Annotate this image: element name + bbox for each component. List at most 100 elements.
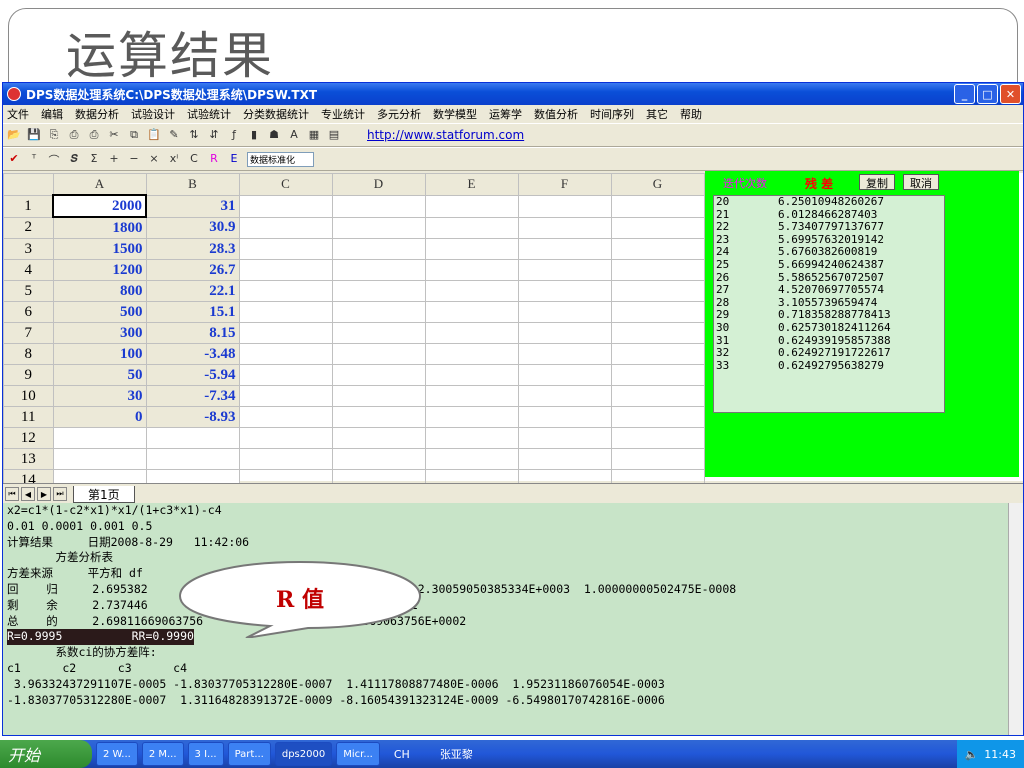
cell-empty[interactable] [424,364,519,386]
column-header[interactable]: F [517,173,612,196]
cell-empty[interactable] [517,364,612,386]
clear-icon[interactable]: ✎ [167,128,181,142]
minimize-button[interactable]: _ [954,84,975,104]
check-icon[interactable]: ✔ [7,152,21,166]
iteration-list[interactable]: 20 6.25010948260267 21 6.0128466287403 22 5.7… [713,195,945,413]
cell-empty[interactable] [331,448,426,470]
cell-empty[interactable] [610,364,705,386]
cell-empty[interactable] [238,427,333,449]
cell-empty[interactable] [424,301,519,323]
cell-a[interactable]: 1800 [52,216,147,239]
cell-empty[interactable] [331,216,426,239]
delete-row-icon[interactable]: ⇵ [207,128,221,142]
print-preview-icon[interactable]: ⎙ [87,128,101,142]
menu-time-series[interactable]: 时间序列 [590,106,634,122]
cell-empty[interactable] [238,385,333,407]
cell-b[interactable]: -7.34 [145,385,240,407]
cell-empty[interactable] [517,259,612,281]
cell-empty[interactable] [424,280,519,302]
cell-empty[interactable] [331,280,426,302]
cell-empty[interactable] [238,216,333,239]
cell-empty[interactable] [331,238,426,260]
sigma-icon[interactable]: Σ [87,152,101,166]
row-header[interactable]: 11 [3,406,54,428]
menu-other[interactable]: 其它 [646,106,668,122]
cell-a[interactable]: 0 [52,406,147,428]
cell-empty[interactable] [238,301,333,323]
clock[interactable]: 11:43 [984,748,1016,761]
cell-empty[interactable] [424,216,519,239]
row-header[interactable]: 3 [3,238,54,260]
cell-empty[interactable] [331,343,426,365]
cell-empty[interactable] [331,364,426,386]
font-icon[interactable]: A [287,128,301,142]
close-button[interactable]: ✕ [1000,84,1021,104]
paste-icon[interactable]: 📋 [147,128,161,142]
chart-icon[interactable]: ⌒ [47,152,61,167]
menu-edit[interactable]: 编辑 [41,106,63,122]
cell-a[interactable]: 100 [52,343,147,365]
cell-empty[interactable] [610,259,705,281]
cell-a[interactable]: 30 [52,385,147,407]
column-header[interactable]: B [145,173,240,196]
bar-chart-icon[interactable]: ▮ [247,128,261,142]
cell-empty[interactable] [610,238,705,260]
cell-empty[interactable] [517,238,612,260]
cell-a[interactable] [52,427,147,449]
cell-b[interactable]: -8.93 [145,406,240,428]
cell-empty[interactable] [610,280,705,302]
last-sheet-icon[interactable]: ⏭ [53,487,67,501]
row-header[interactable]: 5 [3,280,54,302]
taskbar-item-micr[interactable]: Micr... [336,742,380,766]
transpose-icon[interactable]: ᵀ [27,152,41,166]
menu-operations-research[interactable]: 运筹学 [489,106,522,122]
cell-empty[interactable] [331,301,426,323]
next-sheet-icon[interactable]: ▶ [37,487,51,501]
column-header[interactable]: D [331,173,426,196]
row-header[interactable]: 12 [3,427,54,449]
cell-empty[interactable] [331,259,426,281]
transform-select[interactable]: 数据标准化 [247,151,315,167]
cell-empty[interactable] [238,343,333,365]
cell-empty[interactable] [238,259,333,281]
copy-button[interactable]: 复制 [859,174,895,190]
cell-empty[interactable] [424,238,519,260]
function-icon[interactable]: ƒ [227,128,241,142]
cell-b[interactable]: 30.9 [145,216,240,239]
cell-empty[interactable] [331,385,426,407]
start-button[interactable]: 开始 [0,740,92,768]
cell-empty[interactable] [331,427,426,449]
cell-a[interactable]: 1500 [52,238,147,260]
cell-a[interactable]: 300 [52,322,147,344]
cell-empty[interactable] [238,280,333,302]
e-icon[interactable]: E [227,152,241,166]
volume-icon[interactable]: 🔈 [965,748,979,761]
cell-empty[interactable] [610,427,705,449]
statforum-link[interactable]: http://www.statforum.com [367,128,524,142]
cell-empty[interactable] [424,259,519,281]
cell-b[interactable] [145,448,240,470]
cell-empty[interactable] [424,427,519,449]
copy-file-icon[interactable]: ⎘ [47,128,61,142]
cell-b[interactable]: 22.1 [145,280,240,302]
plus-icon[interactable]: + [107,152,121,166]
cell-empty[interactable] [424,448,519,470]
minus-icon[interactable]: − [127,152,141,166]
cell-empty[interactable] [424,194,519,218]
row-header[interactable]: 7 [3,322,54,344]
cell-empty[interactable] [238,448,333,470]
cell-b[interactable]: 28.3 [145,238,240,260]
prev-sheet-icon[interactable]: ◀ [21,487,35,501]
cell-b[interactable] [145,427,240,449]
menu-data-analysis[interactable]: 数据分析 [75,106,119,122]
output-scrollbar[interactable] [1008,503,1023,735]
column-header[interactable]: E [424,173,519,196]
print-icon[interactable]: ⎙ [67,128,81,142]
cell-a[interactable]: 500 [52,301,147,323]
maximize-button[interactable]: □ [977,84,998,104]
cell-empty[interactable] [517,448,612,470]
cell-empty[interactable] [610,385,705,407]
cell-empty[interactable] [238,238,333,260]
r-icon[interactable]: R [207,152,221,166]
multiply-icon[interactable]: × [147,152,161,166]
